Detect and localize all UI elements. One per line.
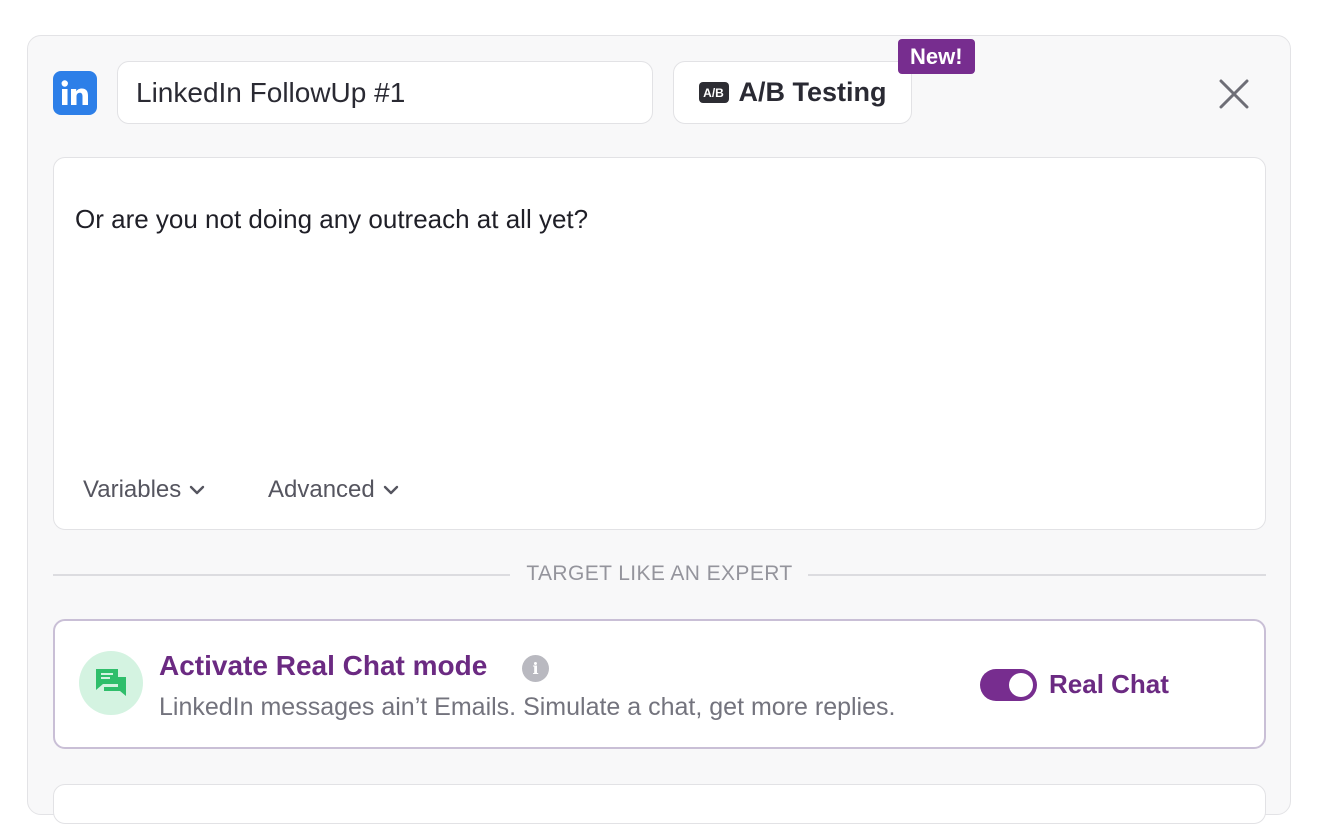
- advanced-label: Advanced: [268, 476, 375, 503]
- real-chat-title: Activate Real Chat mode: [159, 650, 488, 681]
- real-chat-toggle[interactable]: [980, 669, 1037, 701]
- real-chat-panel: Activate Real Chat mode i LinkedIn messa…: [53, 619, 1266, 749]
- ab-testing-icon: A/B: [698, 82, 729, 103]
- advanced-dropdown[interactable]: Advanced: [268, 476, 399, 504]
- linkedin-icon: [53, 71, 97, 115]
- divider-line-right: [808, 574, 1266, 576]
- ab-testing-label: A/B Testing: [738, 77, 887, 107]
- new-badge: New!: [898, 39, 975, 74]
- next-section-card: [53, 784, 1266, 824]
- message-text[interactable]: Or are you not doing any outreach at all…: [75, 204, 588, 235]
- close-icon[interactable]: [1214, 74, 1254, 114]
- linkedin-step-card: A/B A/B Testing New! Or are you not doin…: [27, 35, 1291, 824]
- ab-testing-button[interactable]: A/B A/B Testing: [673, 61, 912, 124]
- variables-dropdown[interactable]: Variables: [83, 476, 205, 504]
- variables-label: Variables: [83, 476, 182, 503]
- info-icon[interactable]: i: [522, 655, 549, 682]
- chevron-down-icon: [383, 485, 398, 495]
- section-divider: TARGET LIKE AN EXPERT: [53, 560, 1266, 590]
- step-title-input[interactable]: [117, 61, 653, 124]
- toggle-knob: [1009, 673, 1033, 697]
- chevron-down-icon: [190, 485, 205, 495]
- real-chat-toggle-label[interactable]: Real Chat: [1049, 669, 1169, 700]
- real-chat-subtitle: LinkedIn messages ain’t Emails. Simulate…: [159, 693, 896, 721]
- message-editor[interactable]: Or are you not doing any outreach at all…: [53, 157, 1266, 530]
- chat-bubbles-icon: [79, 651, 143, 715]
